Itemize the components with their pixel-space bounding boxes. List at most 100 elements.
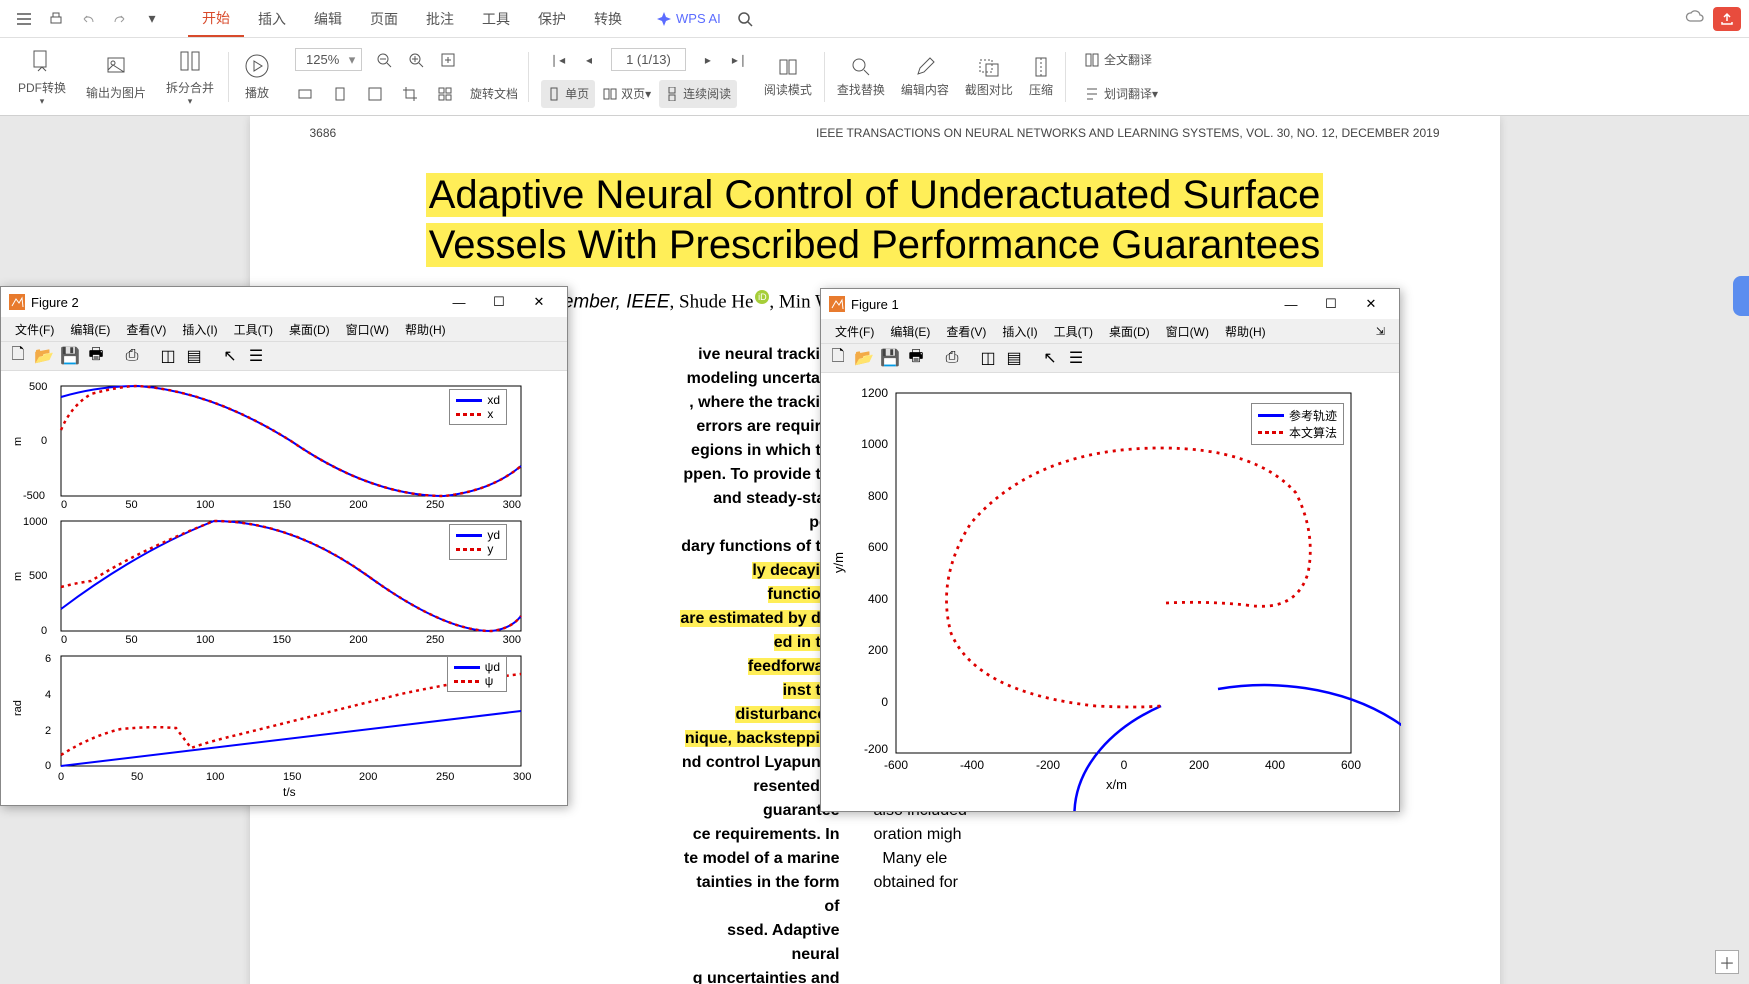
menu-help[interactable]: 帮助(H) [397, 321, 454, 338]
screenshot-compare-button[interactable]: 截图对比 [957, 55, 1021, 98]
new-icon[interactable]: 🗋 [827, 347, 849, 369]
zoom-select[interactable]: 125% [295, 48, 362, 71]
zoom-in-icon[interactable] [402, 46, 430, 74]
layout-icon[interactable]: ▤ [183, 345, 205, 367]
dock-icon[interactable]: ◫ [977, 347, 999, 369]
wps-ai-button[interactable]: WPS AI [656, 11, 721, 27]
inspector-icon[interactable]: ☰ [1065, 347, 1087, 369]
find-replace-button[interactable]: 查找替换 [829, 55, 893, 98]
menu-file[interactable]: 文件(F) [7, 321, 62, 338]
page-indicator[interactable]: 1 (1/13) [611, 48, 686, 71]
tab-start[interactable]: 开始 [188, 0, 244, 37]
double-page-button[interactable]: 双页▾ [597, 80, 657, 108]
tab-page[interactable]: 页面 [356, 0, 412, 37]
maximize-icon[interactable]: ☐ [1311, 289, 1351, 319]
new-icon[interactable]: 🗋 [7, 345, 29, 367]
single-page-button[interactable]: 单页 [541, 80, 595, 108]
svg-text:600: 600 [1341, 758, 1361, 772]
fig2-titlebar[interactable]: Figure 2 — ☐ ✕ [1, 287, 567, 317]
save-icon[interactable]: 💾 [59, 345, 81, 367]
menu-desktop[interactable]: 桌面(D) [1101, 323, 1158, 340]
first-page-icon[interactable]: ❘◂ [543, 46, 571, 74]
redo-icon[interactable] [106, 5, 134, 33]
side-handle[interactable] [1733, 276, 1749, 316]
menu-tools[interactable]: 工具(T) [1046, 323, 1101, 340]
svg-text:100: 100 [206, 771, 224, 783]
full-translate-button[interactable]: 全文翻译 [1078, 46, 1164, 74]
menu-desktop[interactable]: 桌面(D) [281, 321, 338, 338]
print-icon[interactable]: 🖶 [905, 347, 927, 369]
menu-file[interactable]: 文件(F) [827, 323, 882, 340]
split-merge-button[interactable]: 拆分合并▾ [156, 38, 224, 115]
read-mode-button[interactable]: 阅读模式 [756, 55, 820, 98]
export-image-button[interactable]: 输出为图片 [76, 38, 156, 115]
paper-title: Adaptive Neural Control of Underactuated… [310, 170, 1440, 270]
minimize-icon[interactable]: — [439, 287, 479, 317]
link-icon[interactable]: ⎙ [941, 347, 963, 369]
menu-edit[interactable]: 编辑(E) [882, 323, 938, 340]
next-page-icon[interactable]: ▸ [694, 46, 722, 74]
pdf-convert-button[interactable]: PDF转换▾ [8, 38, 76, 115]
svg-text:0: 0 [45, 760, 51, 772]
close-icon[interactable]: ✕ [519, 287, 559, 317]
menu-view[interactable]: 查看(V) [938, 323, 994, 340]
menu-window[interactable]: 窗口(W) [1158, 323, 1217, 340]
zoom-out-icon[interactable] [370, 46, 398, 74]
tab-annotate[interactable]: 批注 [412, 0, 468, 37]
fit-width-icon[interactable] [291, 80, 319, 108]
chevron-down-icon[interactable]: ▾ [138, 5, 166, 33]
app-menubar: ▾ 开始 插入 编辑 页面 批注 工具 保护 转换 WPS AI [0, 0, 1749, 38]
save-icon[interactable]: 💾 [879, 347, 901, 369]
menu-toggle-icon[interactable]: ⇲ [1368, 325, 1393, 338]
inspector-icon[interactable]: ☰ [245, 345, 267, 367]
crop-icon[interactable] [396, 80, 424, 108]
menu-edit[interactable]: 编辑(E) [62, 321, 118, 338]
layout-icon[interactable]: ▤ [1003, 347, 1025, 369]
add-button[interactable]: ＋ [1715, 950, 1739, 974]
dock-icon[interactable]: ◫ [157, 345, 179, 367]
tab-protect[interactable]: 保护 [524, 0, 580, 37]
edit-content-button[interactable]: 编辑内容 [893, 55, 957, 98]
search-icon[interactable] [731, 5, 759, 33]
menu-tools[interactable]: 工具(T) [226, 321, 281, 338]
menu-view[interactable]: 查看(V) [118, 321, 174, 338]
minimize-icon[interactable]: — [1271, 289, 1311, 319]
pointer-icon[interactable]: ↖ [219, 345, 241, 367]
undo-icon[interactable] [74, 5, 102, 33]
fit-icon[interactable] [434, 46, 462, 74]
menu-help[interactable]: 帮助(H) [1217, 323, 1274, 340]
compress-button[interactable]: 压缩 [1021, 55, 1061, 98]
cloud-icon[interactable] [1685, 9, 1705, 28]
grid-icon[interactable] [431, 80, 459, 108]
tab-insert[interactable]: 插入 [244, 0, 300, 37]
print-icon[interactable] [42, 5, 70, 33]
open-icon[interactable]: 📂 [853, 347, 875, 369]
close-icon[interactable]: ✕ [1351, 289, 1391, 319]
actual-size-icon[interactable] [361, 80, 389, 108]
link-icon[interactable]: ⎙ [121, 345, 143, 367]
tab-edit[interactable]: 编辑 [300, 0, 356, 37]
continuous-button[interactable]: 连续阅读 [659, 80, 737, 108]
hamburger-icon[interactable] [10, 5, 38, 33]
menu-insert[interactable]: 插入(I) [994, 323, 1045, 340]
rotate-button[interactable]: 旋转文档 [464, 80, 524, 108]
open-icon[interactable]: 📂 [33, 345, 55, 367]
svg-text:x/m: x/m [1106, 777, 1127, 792]
fit-page-icon[interactable] [326, 80, 354, 108]
tab-tools[interactable]: 工具 [468, 0, 524, 37]
menu-insert[interactable]: 插入(I) [174, 321, 225, 338]
print-icon[interactable]: 🖶 [85, 345, 107, 367]
menu-window[interactable]: 窗口(W) [338, 321, 397, 338]
tab-convert[interactable]: 转换 [580, 0, 636, 37]
fig1-titlebar[interactable]: Figure 1 — ☐ ✕ [821, 289, 1399, 319]
selection-translate-button[interactable]: 划词翻译▾ [1078, 80, 1164, 108]
svg-text:50: 50 [131, 771, 143, 783]
maximize-icon[interactable]: ☐ [479, 287, 519, 317]
pointer-icon[interactable]: ↖ [1039, 347, 1061, 369]
share-button[interactable] [1713, 7, 1741, 31]
play-button[interactable]: 播放 [233, 38, 281, 115]
last-page-icon[interactable]: ▸❘ [726, 46, 754, 74]
prev-page-icon[interactable]: ◂ [575, 46, 603, 74]
svg-text:0: 0 [41, 435, 47, 447]
fig2-sub2-legend: yd y [449, 524, 507, 560]
